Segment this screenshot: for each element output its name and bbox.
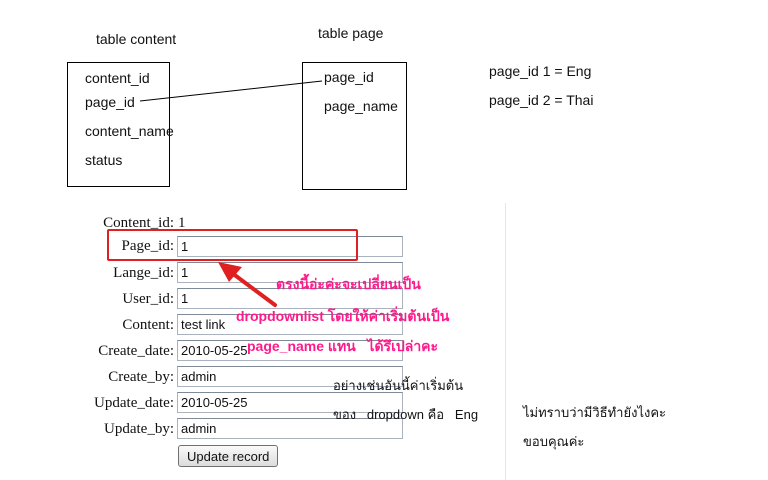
page-table-title: table page [318,25,384,41]
annotation-line: dropdownlist โดยให้ค่าเริ่มต้นเป็น [236,308,450,324]
page-value-thai: page_id 2 = Thai [489,92,594,108]
content-table-field: content_id [85,70,150,86]
create-date-label: Create_date: [98,343,174,359]
example-note-line2: ของ dropdown คือ Eng [333,407,479,422]
content-table-title: table content [96,31,177,47]
page-id-highlight [107,229,358,261]
example-note-line1: อย่างเช่นอันนี้ค่าเริ่มต้น [333,378,464,393]
update-by-label: Update_by: [104,421,174,437]
update-record-button[interactable]: Update record [178,445,279,467]
update-date-label: Update_date: [94,395,174,411]
page-table-field: page_name [324,98,398,114]
content-table-field: content_name [85,123,174,139]
page-table-field: page_id [324,69,374,85]
annotation-line: ตรงนี้อ่ะค่ะจะเปลี่ยนเป็น [276,276,421,292]
page-value-eng: page_id 1 = Eng [489,63,592,79]
content-table-field: status [85,152,123,168]
create-by-label: Create_by: [108,369,174,385]
content-label: Content: [122,317,174,333]
lange-id-label: Lange_id: [113,265,174,281]
user-id-label: User_id: [122,291,174,307]
question-note: ไม่ทราบว่ามีวิธีทำยังไงคะ [523,405,667,420]
annotation-line: page_name แทน ได้รึเปล่าคะ [247,338,439,354]
thanks-note: ขอบคุณค่ะ [523,434,585,449]
content-table-field: page_id [85,94,135,110]
